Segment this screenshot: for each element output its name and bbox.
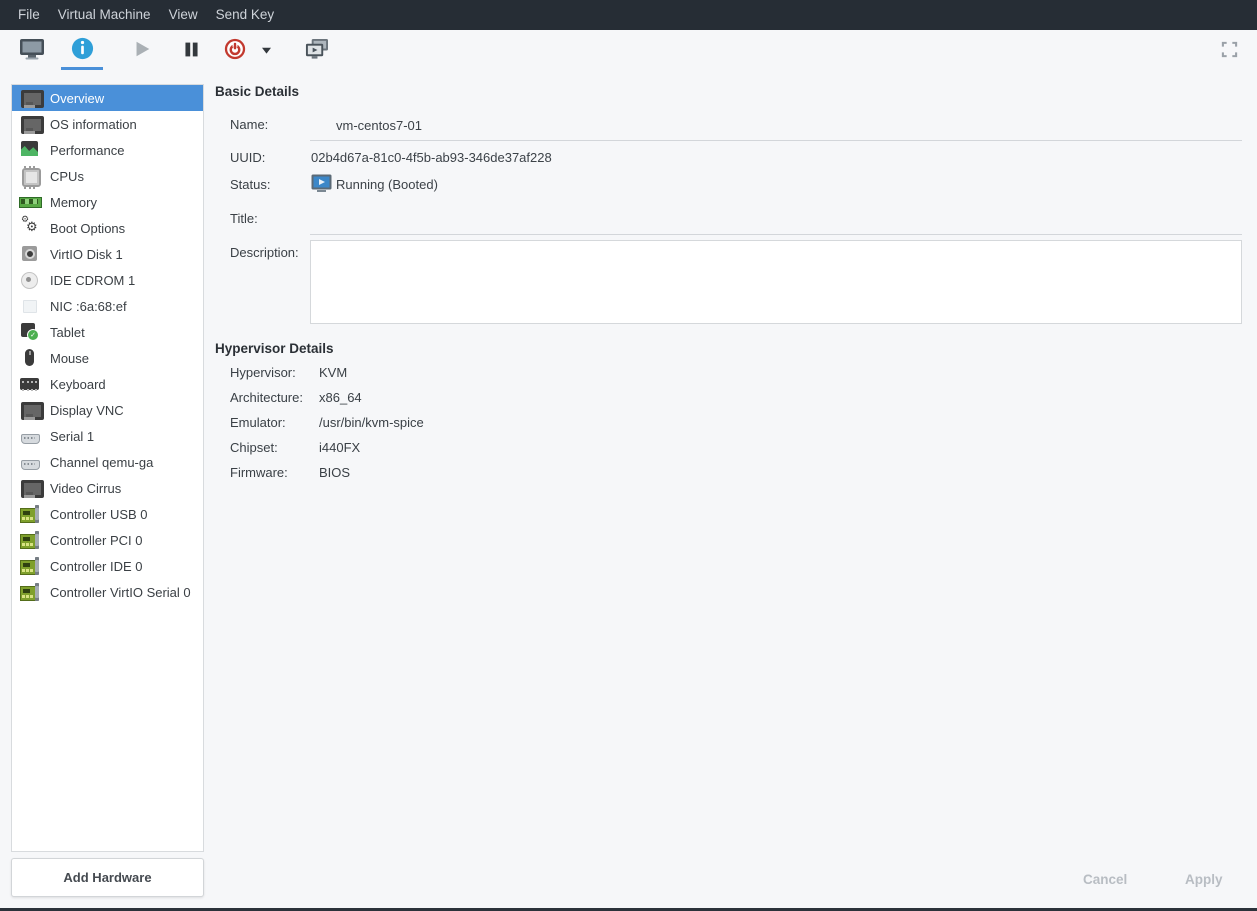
sidebar-item-cpus[interactable]: CPUs: [12, 163, 203, 189]
sidebar-item-nic[interactable]: NIC :6a:68:ef: [12, 293, 203, 319]
sidebar-item-channel-qemu-ga[interactable]: Channel qemu-ga: [12, 449, 203, 475]
sidebar-item-controller-pci-0[interactable]: Controller PCI 0: [12, 527, 203, 553]
performance-chart-icon: [19, 140, 40, 160]
name-label: Name:: [230, 117, 268, 132]
nic-icon: [19, 296, 40, 316]
multi-monitor-icon: [304, 38, 329, 64]
run-button[interactable]: [129, 32, 155, 70]
info-icon: [70, 36, 95, 64]
menu-virtual-machine[interactable]: Virtual Machine: [49, 0, 160, 30]
pause-icon: [182, 40, 201, 62]
sidebar-item-mouse[interactable]: Mouse: [12, 345, 203, 371]
power-icon: [223, 37, 247, 64]
serial-port-icon: [19, 452, 40, 472]
table-row: Architecture: x86_64: [230, 390, 424, 415]
architecture-value: x86_64: [319, 390, 362, 405]
table-row: Chipset: i440FX: [230, 440, 424, 465]
controller-card-icon: [19, 556, 40, 576]
running-status-icon: [311, 174, 332, 196]
firmware-value: BIOS: [319, 465, 350, 480]
sidebar-item-controller-usb-0[interactable]: Controller USB 0: [12, 501, 203, 527]
status-value: Running (Booted): [336, 177, 438, 192]
chipset-value: i440FX: [319, 440, 360, 455]
status-label: Status:: [230, 177, 270, 192]
sidebar-item-overview[interactable]: Overview: [12, 85, 203, 111]
controller-card-icon: [19, 530, 40, 550]
sidebar-item-memory[interactable]: Memory: [12, 189, 203, 215]
title-label: Title:: [230, 211, 258, 226]
menu-view[interactable]: View: [160, 0, 207, 30]
pause-button[interactable]: [179, 32, 204, 70]
apply-button[interactable]: Apply: [1175, 866, 1233, 893]
table-row: Hypervisor: KVM: [230, 365, 424, 390]
table-row: Emulator: /usr/bin/kvm-spice: [230, 415, 424, 440]
fullscreen-button[interactable]: [1218, 32, 1241, 70]
gears-icon: [19, 218, 40, 238]
monitor-icon: [19, 114, 40, 134]
firmware-label: Firmware:: [230, 465, 319, 480]
menu-send-key[interactable]: Send Key: [207, 0, 284, 30]
hypervisor-details-table: Hypervisor: KVM Architecture: x86_64 Emu…: [230, 365, 424, 490]
play-icon: [132, 39, 152, 62]
vm-windows-button[interactable]: [301, 32, 332, 70]
controller-card-icon: [19, 504, 40, 524]
description-textarea[interactable]: [310, 240, 1242, 324]
sidebar-item-controller-ide-0[interactable]: Controller IDE 0: [12, 553, 203, 579]
hypervisor-label: Hypervisor:: [230, 365, 319, 380]
hypervisor-details-heading: Hypervisor Details: [215, 341, 334, 356]
emulator-label: Emulator:: [230, 415, 319, 430]
controller-card-icon: [19, 582, 40, 602]
chipset-label: Chipset:: [230, 440, 319, 455]
sidebar-item-display-vnc[interactable]: Display VNC: [12, 397, 203, 423]
sidebar-item-keyboard[interactable]: Keyboard: [12, 371, 203, 397]
monitor-icon: [19, 478, 40, 498]
uuid-value: 02b4d67a-81c0-4f5b-ab93-346de37af228: [311, 150, 552, 165]
description-label: Description:: [230, 245, 299, 260]
uuid-label: UUID:: [230, 150, 265, 165]
sidebar-item-controller-virtio-serial-0[interactable]: Controller VirtIO Serial 0: [12, 579, 203, 605]
title-input[interactable]: [310, 204, 1242, 235]
mouse-icon: [19, 348, 40, 368]
menu-file[interactable]: File: [9, 0, 49, 30]
shutdown-button[interactable]: [220, 32, 250, 70]
shutdown-menu-button[interactable]: [255, 32, 277, 70]
keyboard-icon: [19, 374, 40, 394]
cancel-button[interactable]: Cancel: [1073, 866, 1137, 893]
sidebar-item-video-cirrus[interactable]: Video Cirrus: [12, 475, 203, 501]
sidebar-item-performance[interactable]: Performance: [12, 137, 203, 163]
table-row: Firmware: BIOS: [230, 465, 424, 490]
fullscreen-icon: [1221, 41, 1238, 61]
sidebar-item-os-information[interactable]: OS information: [12, 111, 203, 137]
sidebar-item-serial-1[interactable]: Serial 1: [12, 423, 203, 449]
add-hardware-button[interactable]: Add Hardware: [11, 858, 204, 897]
sidebar-item-tablet[interactable]: Tablet: [12, 319, 203, 345]
cdrom-icon: [19, 270, 40, 290]
show-console-button[interactable]: [12, 32, 52, 70]
monitor-icon: [19, 88, 40, 108]
menu-bar: File Virtual Machine View Send Key: [0, 0, 1257, 30]
cpu-chip-icon: [19, 166, 40, 186]
basic-details-heading: Basic Details: [215, 84, 299, 99]
sidebar-item-virtio-disk-1[interactable]: VirtIO Disk 1: [12, 241, 203, 267]
emulator-value: /usr/bin/kvm-spice: [319, 415, 424, 430]
sidebar-item-boot-options[interactable]: Boot Options: [12, 215, 203, 241]
toolbar: [0, 30, 1257, 71]
hypervisor-value: KVM: [319, 365, 347, 380]
show-details-button[interactable]: [61, 32, 103, 70]
console-monitor-icon: [19, 37, 45, 64]
name-input[interactable]: [310, 110, 1242, 141]
disk-icon: [19, 244, 40, 264]
sidebar-item-ide-cdrom-1[interactable]: IDE CDROM 1: [12, 267, 203, 293]
tablet-icon: [19, 322, 40, 342]
hardware-list: Overview OS information Performance CPUs…: [11, 84, 204, 852]
serial-port-icon: [19, 426, 40, 446]
monitor-icon: [19, 400, 40, 420]
caret-down-icon: [260, 43, 273, 58]
architecture-label: Architecture:: [230, 390, 319, 405]
memory-module-icon: [19, 192, 40, 212]
